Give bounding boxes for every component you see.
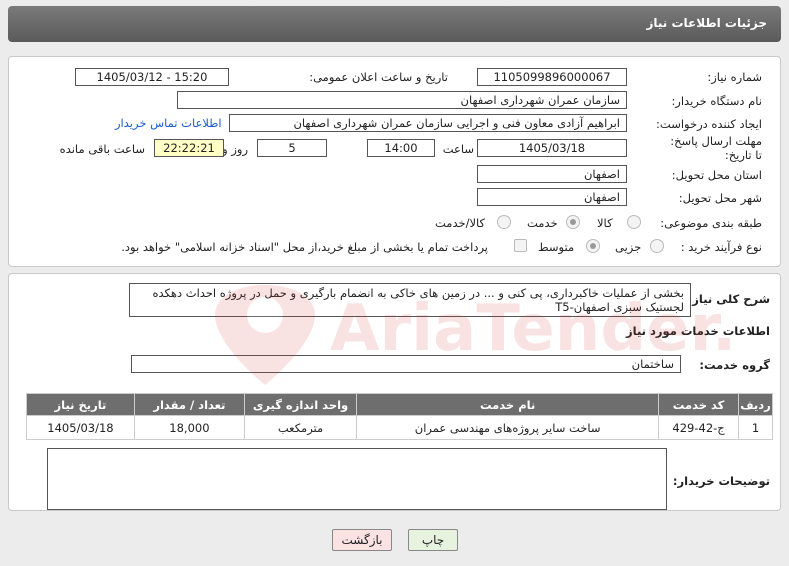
creator-label: ایجاد کننده درخواست: — [656, 117, 762, 131]
treasury-payment-note: پرداخت تمام یا بخشی از مبلغ خرید،از محل … — [121, 240, 488, 254]
service-group-field: ساختمان — [131, 355, 681, 373]
deadline-date-field: 1405/03/18 — [477, 139, 627, 157]
category-goods-service-radio[interactable] — [497, 215, 511, 229]
remaining-time-field: 22:22:21 — [154, 139, 224, 157]
remaining-label: ساعت باقی مانده — [59, 142, 145, 156]
deadline-label: مهلت ارسال پاسخ: تا تاریخ: — [670, 134, 762, 162]
print-button[interactable]: چاپ — [408, 529, 458, 551]
process-minor-label: جزیی — [615, 240, 642, 254]
table-header-row: ردیف کد خدمت نام خدمت واحد اندازه گیری ت… — [26, 393, 774, 416]
cell-qty: 18,000 — [133, 415, 245, 440]
city-field: اصفهان — [477, 188, 627, 206]
need-number-field: 1105099896000067 — [477, 68, 627, 86]
deadline-time-label: ساعت — [442, 142, 474, 156]
process-label: نوع فرآیند خرید : — [680, 240, 762, 254]
services-table: ردیف کد خدمت نام خدمت واحد اندازه گیری ت… — [26, 393, 774, 440]
table-row: 1 ج-42-429 ساخت سایر پروژه‌های مهندسی عم… — [26, 415, 774, 440]
treasury-payment-checkbox[interactable] — [514, 239, 527, 252]
buyer-notes-label: توضیحات خریدار: — [672, 474, 770, 488]
deadline-time-field: 14:00 — [367, 139, 435, 157]
days-label: روز و — [222, 142, 248, 156]
need-info-panel: شماره نیاز: 1105099896000067 تاریخ و ساع… — [8, 56, 781, 267]
cell-row: 1 — [737, 415, 774, 440]
col-qty-header: تعداد / مقدار — [133, 393, 245, 416]
category-label: طبقه بندی موضوعی: — [660, 216, 762, 230]
cell-date: 1405/03/18 — [26, 415, 135, 440]
col-date-header: تاریخ نیاز — [26, 393, 135, 416]
buyer-label: نام دستگاه خریدار: — [671, 94, 762, 108]
buyer-contact-link[interactable]: اطلاعات تماس خریدار — [115, 116, 222, 130]
back-button[interactable]: بازگشت — [332, 529, 392, 551]
category-service-label: خدمت — [527, 216, 558, 230]
category-goods-label: کالا — [597, 216, 613, 230]
process-minor-radio[interactable] — [650, 239, 664, 253]
process-medium-radio[interactable] — [586, 239, 600, 253]
province-label: استان محل تحویل: — [671, 168, 762, 182]
buyer-field: سازمان عمران شهرداری اصفهان — [177, 91, 627, 109]
cell-name: ساخت سایر پروژه‌های مهندسی عمران — [356, 415, 660, 440]
col-row-header: ردیف — [737, 393, 774, 416]
service-group-label: گروه خدمت: — [699, 358, 770, 372]
col-code-header: کد خدمت — [658, 393, 739, 416]
buyer-notes-textarea[interactable] — [47, 448, 667, 510]
need-number-label: شماره نیاز: — [707, 70, 762, 84]
col-unit-header: واحد اندازه گیری — [243, 393, 358, 416]
services-title: اطلاعات خدمات مورد نیاز — [626, 324, 770, 338]
creator-field: ابراهیم آزادی معاون فنی و اجرایی سازمان … — [229, 114, 627, 132]
cell-unit: مترمکعب — [243, 415, 358, 440]
need-details-panel: شرح کلی نیاز: بخشی از عملیات خاکبرداری، … — [8, 273, 781, 511]
category-goods-radio[interactable] — [627, 215, 641, 229]
province-field: اصفهان — [477, 165, 627, 183]
category-goods-service-label: کالا/خدمت — [435, 216, 486, 230]
city-label: شهر محل تحویل: — [678, 191, 762, 205]
category-service-radio[interactable] — [566, 215, 580, 229]
announce-label: تاریخ و ساعت اعلان عمومی: — [309, 70, 448, 84]
window-title: جزئیات اطلاعات نیاز — [8, 6, 781, 42]
cell-code: ج-42-429 — [658, 415, 739, 440]
col-name-header: نام خدمت — [356, 393, 660, 416]
announce-field: 1405/03/12 - 15:20 — [75, 68, 229, 86]
summary-label: شرح کلی نیاز: — [687, 292, 770, 306]
process-medium-label: متوسط — [538, 240, 575, 254]
days-field: 5 — [257, 139, 327, 157]
summary-textarea[interactable]: بخشی از عملیات خاکبرداری، پی کنی و ... د… — [129, 283, 691, 317]
